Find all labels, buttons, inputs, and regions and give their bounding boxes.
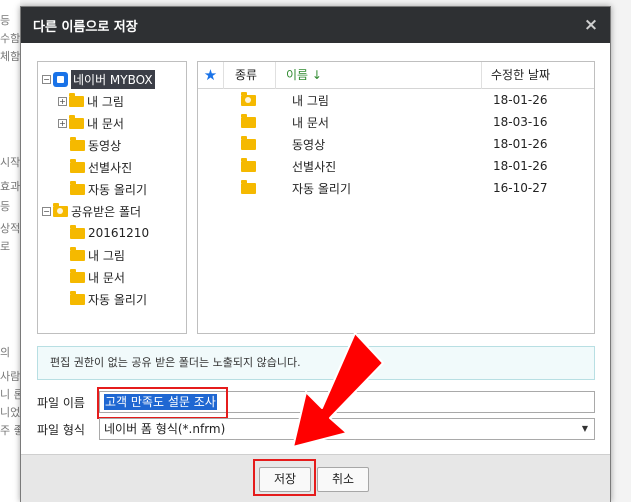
tree-item-label: 자동 올리기 xyxy=(88,182,148,197)
mybox-icon xyxy=(53,71,68,87)
format-label: 파일 형식 xyxy=(37,423,85,437)
background-text: 사람 xyxy=(0,370,21,383)
format-select[interactable]: 네이버 폼 형식(*.nfrm) ▼ xyxy=(99,418,595,440)
tree-item-mybox[interactable]: − 네이버 MYBOX xyxy=(38,68,186,90)
tree-item-label: 선별사진 xyxy=(88,160,133,175)
background-text: 수함 xyxy=(0,32,21,45)
file-name: 내 그림 xyxy=(292,93,329,108)
background-text: 로 xyxy=(0,240,11,253)
file-date: 18-01-26 xyxy=(493,159,548,173)
file-name: 내 문서 xyxy=(292,115,329,130)
folder-icon xyxy=(241,157,256,172)
format-value: 네이버 폼 형식(*.nfrm) xyxy=(104,422,226,436)
expand-toggle-icon[interactable]: + xyxy=(58,96,67,106)
file-date: 16-10-27 xyxy=(493,181,548,195)
background-text: 상적 xyxy=(0,222,21,235)
shared-folder-icon xyxy=(53,202,68,217)
tree-item-shared-20161210[interactable]: 20161210 xyxy=(38,222,186,244)
background-text: 니었 xyxy=(0,406,21,419)
background-text: 의 xyxy=(0,346,11,359)
tree-item-my-pictures[interactable]: + 내 그림 xyxy=(38,90,186,112)
table-row[interactable]: 동영상 18-01-26 xyxy=(198,133,594,155)
tree-item-shared-folders[interactable]: − 공유받은 폴더 xyxy=(38,200,186,222)
background-text: 시작 xyxy=(0,156,21,169)
dialog-title: 다른 이름으로 저장 xyxy=(33,19,138,35)
file-name: 선별사진 xyxy=(292,159,337,174)
folder-icon xyxy=(70,136,85,151)
table-row[interactable]: 내 문서 18-03-16 xyxy=(198,111,594,133)
tree-item-shared-my-pictures[interactable]: 내 그림 xyxy=(38,244,186,266)
background-text: 등 xyxy=(0,200,11,213)
tree-item-label: 공유받은 폴더 xyxy=(71,204,142,219)
file-list-header: ★ 종류 이름 ↓ 수정한 날짜 xyxy=(198,61,594,89)
star-icon: ★ xyxy=(203,65,218,84)
file-name: 자동 올리기 xyxy=(292,181,352,196)
folder-icon xyxy=(241,135,256,150)
folder-icon xyxy=(69,114,84,129)
background-text: 체함 xyxy=(0,50,21,63)
tree-item-label: 내 그림 xyxy=(87,94,124,109)
save-as-dialog: 다른 이름으로 저장 × − 네이버 MYBOX + 내 그림 + 내 문서 동… xyxy=(20,6,611,502)
folder-icon xyxy=(69,92,84,107)
tree-item-label: 20161210 xyxy=(88,226,150,240)
filename-value: 고객 만족도 설문 조사 xyxy=(104,394,217,410)
tree-item-auto-upload[interactable]: 자동 올리기 xyxy=(38,178,186,200)
file-date: 18-01-26 xyxy=(493,137,548,151)
filename-input[interactable]: 고객 만족도 설문 조사 xyxy=(99,391,595,413)
dialog-titlebar: 다른 이름으로 저장 × xyxy=(21,7,610,43)
dialog-footer: 저장 취소 xyxy=(21,454,610,502)
folder-icon xyxy=(70,224,85,239)
folder-icon xyxy=(70,158,85,173)
cancel-button[interactable]: 취소 xyxy=(317,467,369,492)
dropdown-caret-icon: ▼ xyxy=(581,424,588,433)
tree-item-label: 자동 올리기 xyxy=(88,292,148,307)
tree-item-label: 내 문서 xyxy=(88,270,125,285)
collapse-toggle-icon[interactable]: − xyxy=(42,206,51,216)
table-row[interactable]: 선별사진 18-01-26 xyxy=(198,155,594,177)
star-column-header[interactable]: ★ xyxy=(198,61,224,89)
tree-item-shared-my-documents[interactable]: 내 문서 xyxy=(38,266,186,288)
tree-item-label: 네이버 MYBOX xyxy=(71,69,155,89)
notice-message: 편집 권한이 없는 공유 받은 폴더는 노출되지 않습니다. xyxy=(37,346,595,380)
expand-toggle-icon[interactable]: + xyxy=(58,118,67,128)
folder-icon xyxy=(70,290,85,305)
tree-item-label: 내 그림 xyxy=(88,248,125,263)
save-button[interactable]: 저장 xyxy=(259,467,311,492)
folder-icon xyxy=(70,246,85,261)
tree-item-label: 내 문서 xyxy=(87,116,124,131)
tree-item-selected-photos[interactable]: 선별사진 xyxy=(38,156,186,178)
folder-icon xyxy=(70,180,85,195)
file-date: 18-03-16 xyxy=(493,115,548,129)
tree-item-shared-auto-upload[interactable]: 자동 올리기 xyxy=(38,288,186,310)
file-list: ★ 종류 이름 ↓ 수정한 날짜 내 그림 18-01-26 내 문서 18-0… xyxy=(197,61,595,334)
file-date: 18-01-26 xyxy=(493,93,548,107)
folder-icon xyxy=(241,179,256,194)
close-icon[interactable]: × xyxy=(582,16,600,34)
file-name: 동영상 xyxy=(292,137,326,152)
folder-icon xyxy=(241,113,256,128)
folder-tree: − 네이버 MYBOX + 내 그림 + 내 문서 동영상 선별사진 자동 올리… xyxy=(37,61,187,334)
tree-item-videos[interactable]: 동영상 xyxy=(38,134,186,156)
name-column-header[interactable]: 이름 ↓ xyxy=(276,61,482,89)
shared-folder-icon xyxy=(241,91,256,106)
folder-icon xyxy=(70,268,85,283)
background-text: 등 xyxy=(0,14,11,27)
table-row[interactable]: 자동 올리기 16-10-27 xyxy=(198,177,594,199)
background-text: 효과 xyxy=(0,180,21,193)
type-column-header[interactable]: 종류 xyxy=(224,61,276,89)
collapse-toggle-icon[interactable]: − xyxy=(42,74,51,84)
tree-item-my-documents[interactable]: + 내 문서 xyxy=(38,112,186,134)
date-column-header[interactable]: 수정한 날짜 xyxy=(482,62,594,89)
table-row[interactable]: 내 그림 18-01-26 xyxy=(198,89,594,111)
filename-label: 파일 이름 xyxy=(37,396,85,410)
tree-item-label: 동영상 xyxy=(88,138,122,153)
